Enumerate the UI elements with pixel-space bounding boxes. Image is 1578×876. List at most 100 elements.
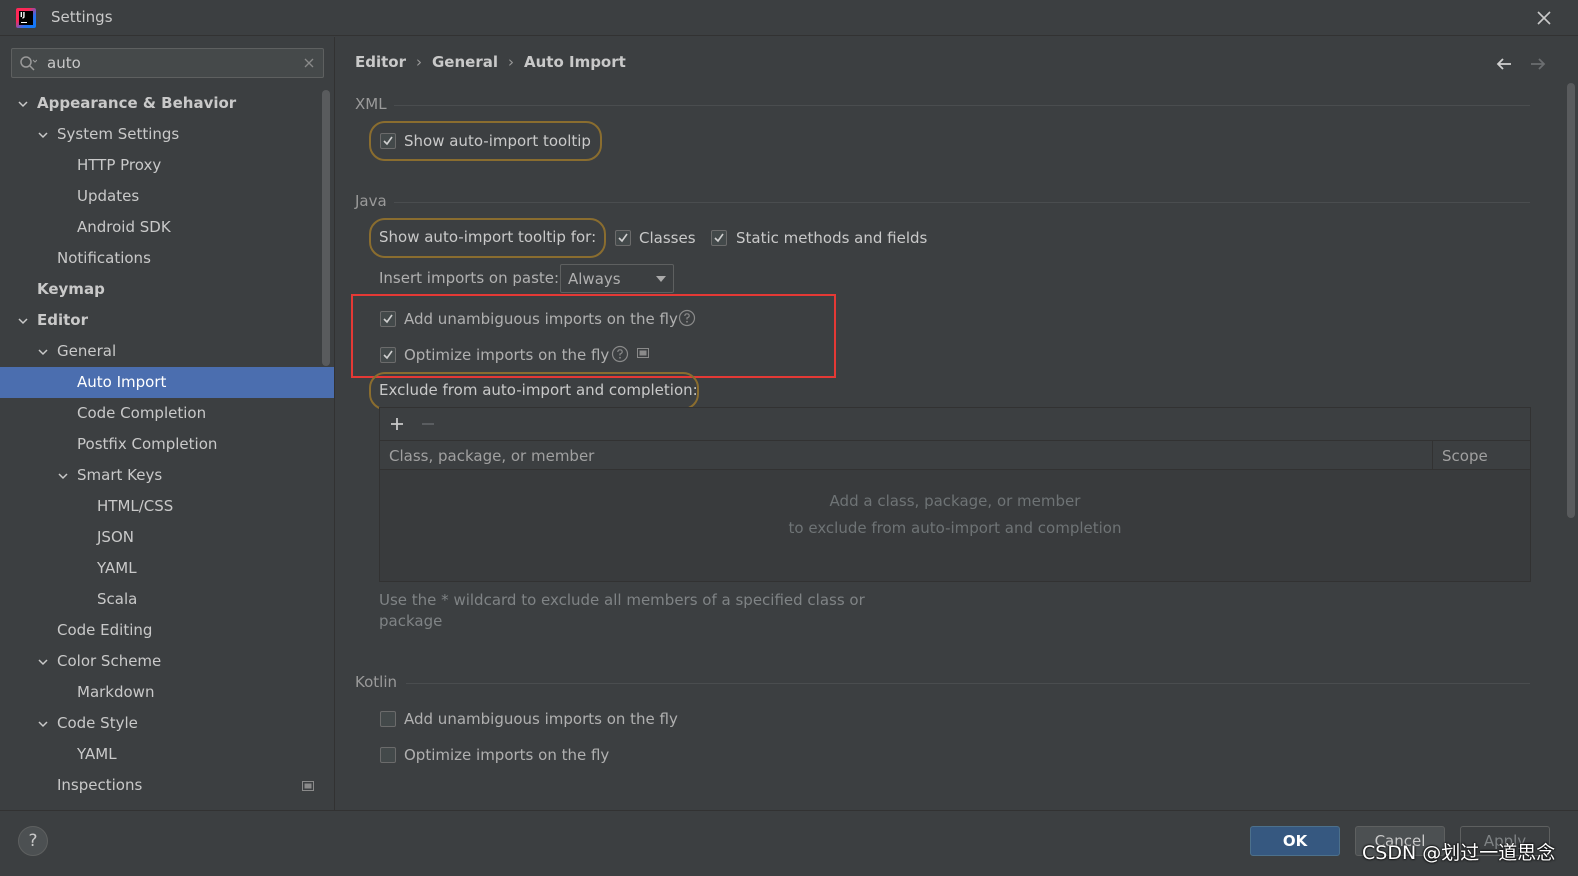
- checkmark-icon: [383, 136, 393, 146]
- per-project-settings-icon: [637, 348, 649, 358]
- close-button[interactable]: [1532, 6, 1556, 30]
- sidebar-item-markdown[interactable]: Markdown: [0, 677, 322, 708]
- sidebar-scrollbar[interactable]: [322, 90, 330, 366]
- insert-on-paste-dropdown[interactable]: Always: [560, 264, 674, 293]
- java-classes-label[interactable]: Classes: [639, 229, 696, 247]
- sidebar-item-label: HTML/CSS: [97, 497, 174, 515]
- sidebar-item-label: Editor: [37, 311, 88, 329]
- xml-section-divider: [394, 105, 1530, 106]
- column-header-scope[interactable]: Scope: [1442, 447, 1488, 465]
- sidebar-item-inspections[interactable]: Inspections: [0, 770, 322, 801]
- sidebar-item-code-completion[interactable]: Code Completion: [0, 398, 322, 429]
- column-divider: [1432, 441, 1433, 470]
- search-input[interactable]: [45, 51, 300, 75]
- sidebar-item-code-editing[interactable]: Code Editing: [0, 615, 322, 646]
- window-title: Settings: [51, 8, 113, 26]
- sidebar-item-keymap[interactable]: Keymap: [0, 274, 322, 305]
- sidebar-item-label: Notifications: [57, 249, 151, 267]
- breadcrumb-separator: ›: [416, 53, 422, 71]
- breadcrumb-editor[interactable]: Editor: [355, 53, 406, 71]
- checkmark-icon: [383, 350, 393, 360]
- sidebar-item-auto-import[interactable]: Auto Import: [0, 367, 334, 398]
- chevron-down-icon[interactable]: [38, 130, 48, 140]
- intellij-logo-icon: IJ: [16, 8, 36, 28]
- chevron-down-icon[interactable]: [18, 316, 28, 326]
- column-header-member[interactable]: Class, package, or member: [389, 447, 594, 465]
- sidebar-item-label: Appearance & Behavior: [37, 94, 237, 112]
- chevron-down-icon[interactable]: [38, 719, 48, 729]
- java-static-methods-checkbox[interactable]: [711, 230, 727, 246]
- sidebar-item-appearance-behavior[interactable]: Appearance & Behavior: [0, 88, 322, 119]
- kotlin-optimize-imports-label[interactable]: Optimize imports on the fly: [404, 746, 609, 764]
- wildcard-hint: Use the * wildcard to exclude all member…: [379, 590, 879, 632]
- highlight-on-the-fly-options: [351, 294, 836, 378]
- sidebar-item-code-style[interactable]: Code Style: [0, 708, 322, 739]
- sidebar-item-color-scheme[interactable]: Color Scheme: [0, 646, 322, 677]
- java-section-title: Java: [355, 192, 387, 210]
- sidebar-item-general[interactable]: General: [0, 336, 322, 367]
- kotlin-add-unambiguous-label[interactable]: Add unambiguous imports on the fly: [404, 710, 678, 728]
- ok-button[interactable]: OK: [1250, 826, 1340, 856]
- add-icon[interactable]: [388, 415, 406, 433]
- per-project-settings-icon: [302, 781, 314, 791]
- settings-sidebar: Appearance & Behavior System Settings HTTP…: [0, 37, 335, 810]
- sidebar-item-label: Code Completion: [77, 404, 207, 422]
- settings-search[interactable]: [11, 48, 324, 78]
- sidebar-item-label: System Settings: [57, 125, 180, 143]
- sidebar-item-html-css[interactable]: HTML/CSS: [0, 491, 322, 522]
- sidebar-item-label: Inspections: [57, 776, 143, 794]
- sidebar-item-json[interactable]: JSON: [0, 522, 322, 553]
- help-circle-icon[interactable]: [611, 345, 629, 363]
- sidebar-item-yaml[interactable]: YAML: [0, 553, 322, 584]
- chevron-down-icon[interactable]: [38, 657, 48, 667]
- content-scrollbar[interactable]: [1567, 83, 1575, 518]
- java-optimize-imports-checkbox[interactable]: [380, 347, 396, 363]
- xml-show-tooltip-checkbox[interactable]: [380, 133, 396, 149]
- sidebar-item-http-proxy[interactable]: HTTP Proxy: [0, 150, 322, 181]
- sidebar-item-scala[interactable]: Scala: [0, 584, 322, 615]
- java-section-divider: [394, 202, 1530, 203]
- dialog-footer: ? OK Cancel Apply CSDN @划过一道思念: [0, 810, 1578, 876]
- sidebar-item-notifications[interactable]: Notifications: [0, 243, 322, 274]
- chevron-down-icon[interactable]: [58, 471, 68, 481]
- checkmark-icon: [383, 314, 393, 324]
- remove-icon[interactable]: [419, 415, 437, 433]
- help-button[interactable]: ?: [18, 826, 48, 856]
- wildcard-hint-line2: package: [379, 612, 443, 630]
- sidebar-item-label: Code Style: [57, 714, 138, 732]
- sidebar-item-postfix-completion[interactable]: Postfix Completion: [0, 429, 322, 460]
- insert-on-paste-label: Insert imports on paste:: [379, 269, 560, 287]
- java-static-methods-label[interactable]: Static methods and fields: [736, 229, 927, 247]
- sidebar-item-label: Postfix Completion: [77, 435, 218, 453]
- exclude-table-header: Class, package, or member Scope: [380, 440, 1530, 470]
- sidebar-item-label: YAML: [77, 745, 117, 763]
- checkmark-icon: [714, 233, 724, 243]
- exclude-table-body[interactable]: Add a class, package, or member to exclu…: [380, 470, 1530, 581]
- kotlin-add-unambiguous-checkbox[interactable]: [380, 711, 396, 727]
- java-add-unambiguous-label[interactable]: Add unambiguous imports on the fly: [404, 310, 678, 328]
- xml-show-tooltip-label[interactable]: Show auto-import tooltip: [404, 132, 591, 150]
- clear-search-icon[interactable]: [303, 57, 315, 69]
- sidebar-item-smart-keys[interactable]: Smart Keys: [0, 460, 322, 491]
- sidebar-item-android-sdk[interactable]: Android SDK: [0, 212, 322, 243]
- sidebar-item-label: Keymap: [37, 280, 105, 298]
- breadcrumb-general[interactable]: General: [432, 53, 498, 71]
- java-classes-checkbox[interactable]: [615, 230, 631, 246]
- help-circle-icon[interactable]: [678, 309, 696, 327]
- back-arrow-icon[interactable]: [1494, 55, 1514, 73]
- kotlin-section-title: Kotlin: [355, 673, 397, 691]
- kotlin-section-divider: [406, 683, 1530, 684]
- chevron-down-icon[interactable]: [18, 99, 28, 109]
- java-optimize-imports-label[interactable]: Optimize imports on the fly: [404, 346, 609, 364]
- chevron-down-icon[interactable]: [38, 347, 48, 357]
- kotlin-optimize-imports-checkbox[interactable]: [380, 747, 396, 763]
- sidebar-item-label: Smart Keys: [77, 466, 163, 484]
- sidebar-item-yaml[interactable]: YAML: [0, 739, 322, 770]
- java-add-unambiguous-checkbox[interactable]: [380, 311, 396, 327]
- sidebar-item-system-settings[interactable]: System Settings: [0, 119, 322, 150]
- sidebar-item-editor[interactable]: Editor: [0, 305, 322, 336]
- sidebar-item-updates[interactable]: Updates: [0, 181, 322, 212]
- sidebar-item-label: Android SDK: [77, 218, 171, 236]
- sidebar-item-label: Auto Import: [77, 373, 167, 391]
- forward-arrow-icon[interactable]: [1528, 55, 1548, 73]
